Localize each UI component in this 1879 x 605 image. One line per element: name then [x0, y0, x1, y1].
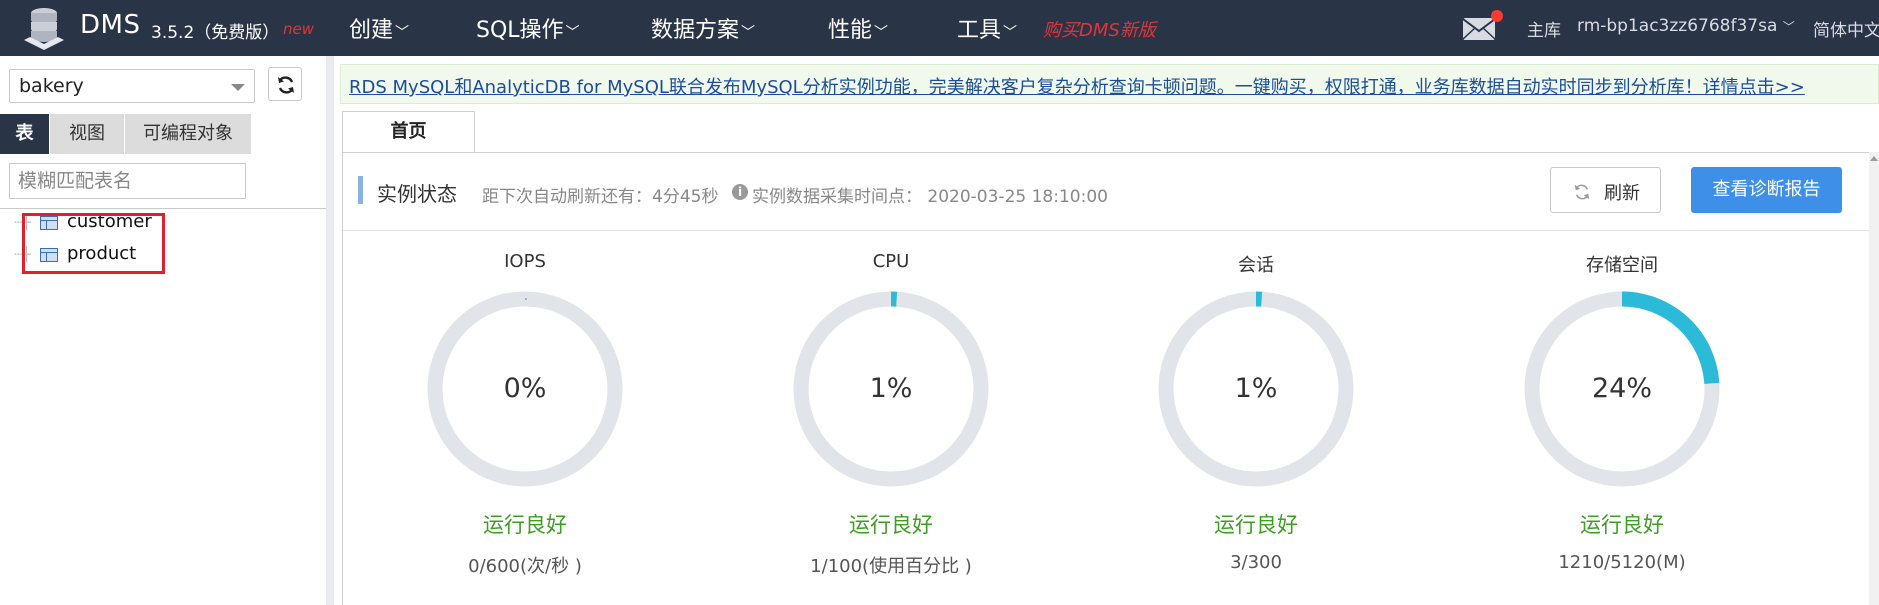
metric-usage: 0/600(次/秒 ) [468, 556, 582, 577]
metric-percent: 0% [503, 373, 547, 404]
section-marker [358, 176, 363, 204]
metric-title: 会话 [1238, 255, 1274, 276]
tab-views[interactable]: 视图 [50, 114, 124, 154]
metric-state: 运行良好 [1580, 513, 1664, 537]
chevron-down-icon: ﹀ [565, 25, 580, 41]
refresh-button-label: 刷新 [1604, 183, 1640, 204]
menu-sql-ops-label: SQL操作 [476, 18, 564, 43]
metric-usage: 3/300 [1230, 552, 1282, 573]
metric-state: 运行良好 [1214, 513, 1298, 537]
chevron-down-icon: ﹀ [1782, 20, 1795, 34]
sidebar-divider [0, 208, 326, 209]
table-filter-input[interactable] [9, 163, 246, 199]
info-icon[interactable]: i [732, 184, 748, 200]
new-badge: new [283, 20, 315, 38]
view-diagnosis-report-button[interactable]: 查看诊断报告 [1691, 167, 1842, 213]
tab-tables[interactable]: 表 [0, 114, 49, 154]
metric-usage: 1210/5120(M) [1558, 552, 1686, 573]
refresh-icon [278, 76, 294, 94]
metric-state: 运行良好 [483, 513, 567, 537]
metric-title: IOPS [504, 251, 546, 272]
refresh-tables-button[interactable] [268, 67, 302, 101]
metric-percent: 1% [869, 373, 913, 404]
tab-programmable-objects[interactable]: 可编程对象 [125, 114, 251, 154]
menu-performance[interactable]: 性能 ﹀ [828, 12, 888, 44]
chevron-down-icon: ﹀ [1003, 25, 1018, 41]
menu-sql-ops[interactable]: SQL操作 ﹀ [476, 12, 580, 44]
metric-percent: 1% [1234, 373, 1278, 404]
metric-title: CPU [872, 251, 910, 272]
menu-create-label: 创建 [349, 18, 394, 43]
metric-percent: 24% [1591, 373, 1652, 404]
metrics-divider [343, 230, 1869, 231]
database-logo-icon [24, 8, 64, 50]
menu-performance-label: 性能 [828, 18, 873, 43]
scroll-up-icon[interactable] [1870, 156, 1878, 161]
refresh-button[interactable]: 刷新 [1550, 167, 1661, 213]
menu-tools-label: 工具 [957, 18, 1002, 43]
collect-time: 实例数据采集时间点： 2020-03-25 18:10:00 [752, 187, 1108, 207]
annotation-highlight-box [22, 213, 165, 274]
metric-card-iops: IOPS 0% 运行良好 0/600(次/秒 ) [400, 245, 650, 585]
metric-card-sessions: 会话 1% 运行良好 3/300 [1131, 245, 1381, 585]
chevron-down-icon: ﹀ [741, 25, 756, 41]
metric-card-storage: 存储空间 24% 运行良好 1210/5120(M) [1497, 245, 1747, 585]
metric-title: 存储空间 [1586, 255, 1658, 276]
tab-home[interactable]: 首页 [342, 111, 475, 153]
instance-name: rm-bp1ac3zz6768f37sa [1577, 16, 1778, 36]
caret-down-icon [231, 84, 245, 91]
section-title: 实例状态 [377, 182, 457, 206]
menu-data-plan-label: 数据方案 [651, 18, 740, 43]
refresh-countdown: 距下次自动刷新还有：4分45秒 [482, 187, 719, 207]
instance-selector[interactable]: rm-bp1ac3zz6768f37sa ﹀ [1577, 16, 1795, 36]
notification-dot [1491, 10, 1503, 22]
refresh-icon [1574, 184, 1590, 200]
sidebar-tabs: 表 视图 可编程对象 [0, 114, 326, 154]
sidebar-resizer[interactable] [326, 56, 334, 605]
metric-usage: 1/100(使用百分比 ) [810, 556, 972, 577]
promo-banner: RDS MySQL和AnalyticDB for MySQL联合发布MySQL分… [340, 64, 1879, 104]
scrollbar[interactable] [1869, 152, 1879, 605]
chevron-down-icon: ﹀ [874, 25, 889, 41]
database-select[interactable]: bakery [9, 69, 255, 103]
menu-create[interactable]: 创建 ﹀ [349, 12, 409, 44]
buy-dms-link[interactable]: 购买DMS新版 [1043, 16, 1156, 42]
language-selector[interactable]: 简体中文 [1813, 16, 1879, 41]
menu-data-plan[interactable]: 数据方案 ﹀ [651, 12, 755, 44]
promo-link[interactable]: RDS MySQL和AnalyticDB for MySQL联合发布MySQL分… [349, 73, 1805, 99]
menu-tools[interactable]: 工具 ﹀ [957, 12, 1017, 44]
database-select-value: bakery [19, 75, 84, 97]
gauge-fill [1621, 291, 1720, 385]
metric-card-cpu: CPU 1% 运行良好 1/100(使用百分比 ) [766, 245, 1016, 585]
db-role-label: 主库 [1527, 21, 1561, 41]
chevron-down-icon: ﹀ [395, 25, 410, 41]
metric-state: 运行良好 [849, 513, 933, 537]
app-name: DMS [80, 10, 141, 40]
top-navbar: DMS 3.5.2（免费版） new 创建 ﹀ SQL操作 ﹀ 数据方案 ﹀ 性能 ﹀ … [0, 0, 1879, 56]
app-version: 3.5.2（免费版） [151, 23, 280, 43]
